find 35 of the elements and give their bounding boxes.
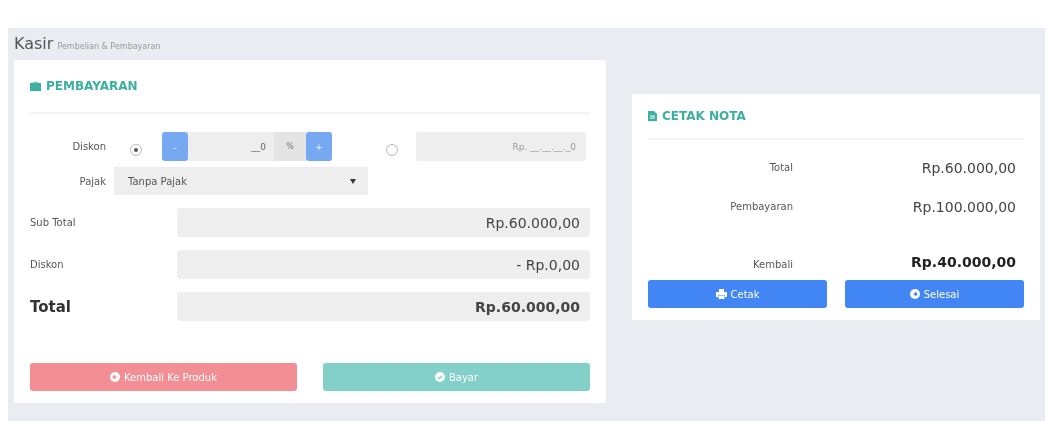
finish-button[interactable]: Selesai [845,280,1024,308]
field-label: Pajak [78,175,107,187]
summary-value: Rp.60.000,00 [177,292,590,321]
print-button[interactable]: Cetak [648,280,827,308]
page-subtitle: Pembelian & Pembayaran [57,42,161,51]
summary-label: Sub Total [30,217,77,228]
amount-input[interactable]: Rp. __.__.__._0 [416,132,586,161]
unit-addon: % [274,132,306,161]
receipt-label: Pembayaran [729,200,793,214]
receipt-label: Kembali [752,258,793,272]
pay-button[interactable]: Bayar [323,363,590,391]
page-title: Kasir [14,34,54,53]
tax-select[interactable]: Tanpa Pajak [114,167,368,195]
receipt-label: Total [768,161,793,175]
caret-icon [350,178,356,184]
summary-value: Rp.60.000,00 [177,208,590,237]
section-title: CETAK NOTA [662,109,746,123]
receipt-value: Rp.40.000,00 [910,254,1016,272]
percent-input[interactable]: __0 [188,132,274,161]
section-title: PEMBAYARAN [46,79,138,93]
briefcase-icon [30,81,41,91]
printer-icon [715,289,727,299]
field-label: Diskon [71,141,107,152]
check-circle-icon [434,372,445,382]
back-button[interactable]: Kembali Ke Produk [30,363,297,391]
decrement-button[interactable]: - [162,132,188,161]
receipt-value: Rp.60.000,00 [920,159,1016,176]
summary-value: - Rp.0,00 [177,250,590,279]
arrow-left-circle-icon [110,372,121,382]
increment-button[interactable]: + [306,132,332,161]
receipt-value: Rp.100.000,00 [911,198,1016,215]
document-icon [648,111,657,121]
summary-label: Total [30,297,72,316]
arrow-right-circle-icon [909,289,920,299]
summary-label: Diskon [30,259,65,270]
